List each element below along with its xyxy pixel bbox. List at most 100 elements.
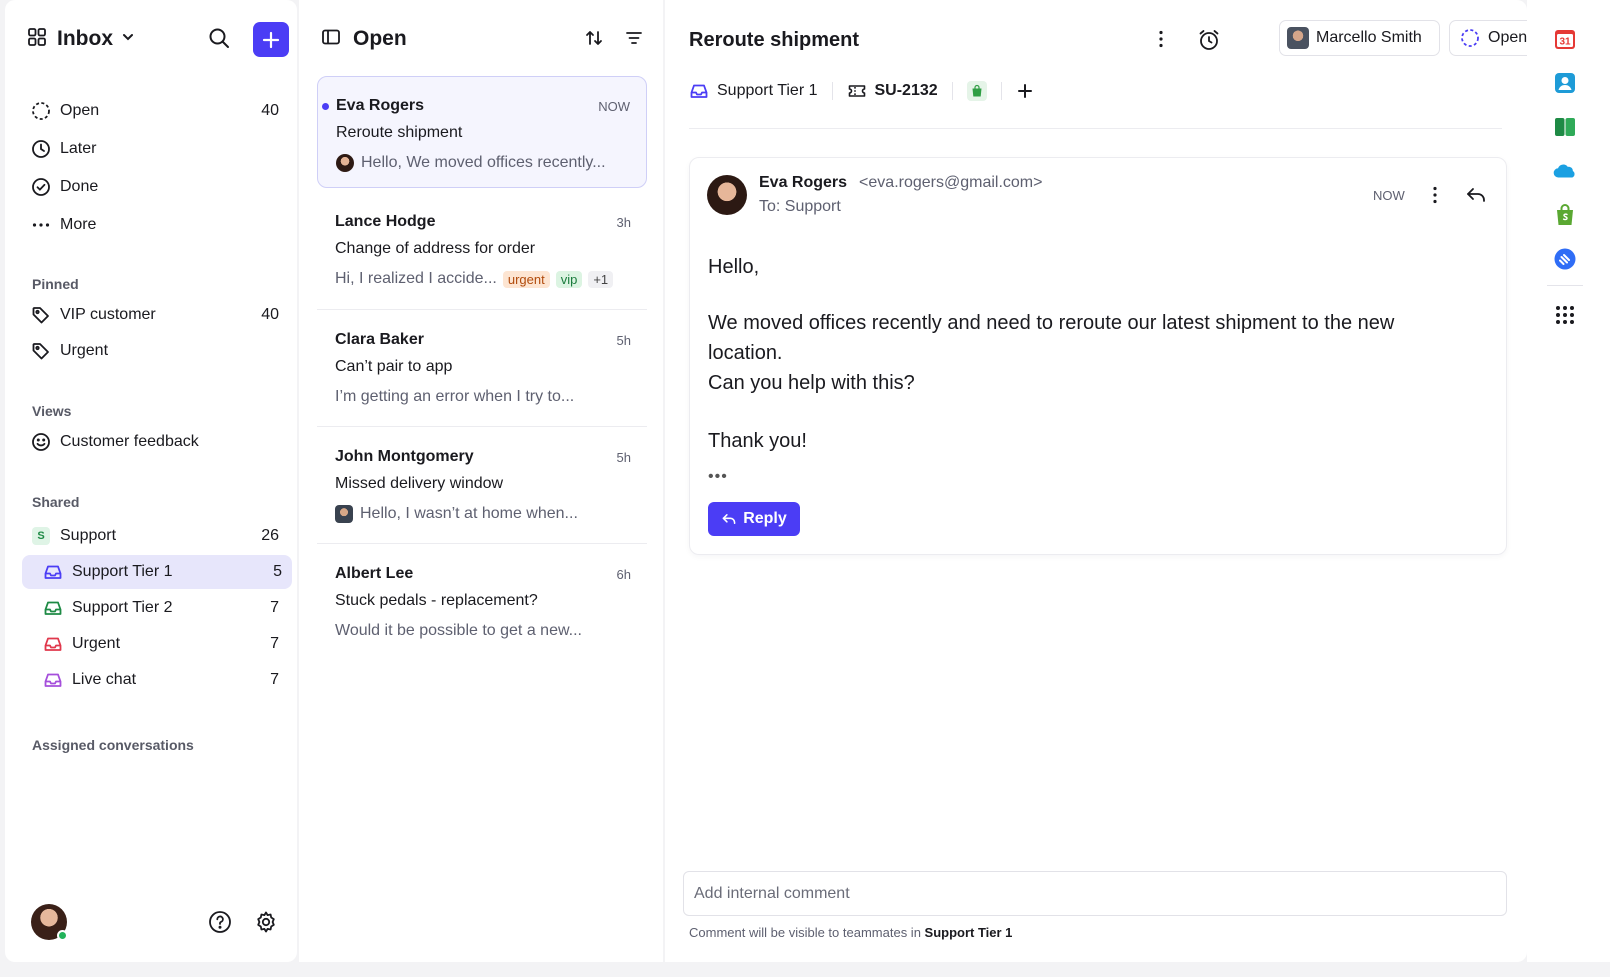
conversation-subject: Missed delivery window [335, 475, 504, 492]
sender-name[interactable]: Eva Rogers [759, 174, 847, 192]
comment-hint: Comment will be visible to teammates in … [689, 925, 1012, 940]
conversation-preview: Hi, I realized I accide... [335, 270, 497, 287]
conversation-title: Reroute shipment [689, 29, 860, 51]
salesforce-app-icon[interactable] [1553, 159, 1577, 183]
conversation-item-eva-rogers[interactable]: Eva Rogers NOW Reroute shipment Hello, We… [317, 76, 647, 188]
meta-divider [951, 82, 953, 100]
tag-urgent[interactable]: urgent [502, 270, 550, 288]
list-title: Open [353, 27, 407, 50]
sidebar-item-label: Support Tier 2 [72, 599, 173, 616]
apps-rail: 31 [1527, 0, 1610, 962]
sidebar-item-support[interactable]: S Support 26 [27, 519, 289, 553]
contacts-app-icon[interactable] [1553, 71, 1577, 95]
conversation-item-albert-lee[interactable]: Albert Lee 6h Stuck pedals - replacement?… [317, 545, 647, 657]
support-badge-icon: S [31, 526, 51, 546]
message-paragraph: We moved offices recently and need to re… [708, 312, 1395, 364]
chevron-down-icon[interactable] [121, 30, 135, 48]
sidebar-item-label: Customer feedback [60, 433, 199, 450]
message-closing: Thank you! [708, 430, 807, 452]
comment-hint-team: Support Tier 1 [924, 925, 1013, 940]
status-open-icon [31, 101, 51, 121]
conversation-item-clara-baker[interactable]: Clara Baker 5h Can’t pair to app I’m gett… [317, 311, 647, 423]
list-divider [317, 543, 647, 544]
list-divider [317, 426, 647, 427]
conversation-list: Open Eva Rogers NOW Reroute shipment Hell… [299, 0, 663, 962]
expand-quoted-button[interactable]: ••• [708, 468, 728, 486]
sidebar-item-label: Later [60, 140, 97, 157]
shopify-chip[interactable] [966, 81, 987, 101]
clock-icon [31, 139, 51, 159]
sidebar-item-more[interactable]: More [27, 208, 289, 242]
conversation-item-lance-hodge[interactable]: Lance Hodge 3h Change of address for orde… [317, 193, 647, 305]
message-more-icon[interactable] [1425, 185, 1445, 209]
conversation-item-john-montgomery[interactable]: John Montgomery 5h Missed delivery window… [317, 428, 647, 540]
inbox-tray-icon [43, 562, 63, 582]
sidebar-item-customer-feedback[interactable]: Customer feedback [27, 425, 289, 459]
conversation-preview: Would it be possible to get a new... [335, 622, 582, 639]
conversation-preview: Hello, I wasn’t at home when... [360, 505, 578, 522]
inbox-title[interactable]: Inbox [57, 27, 113, 51]
message-recipient: To: Support [759, 198, 841, 215]
sidebar-item-count: 40 [261, 306, 279, 323]
smile-icon [31, 432, 51, 452]
ticket-chip[interactable]: SU-2132 [847, 81, 938, 101]
add-icon[interactable] [1016, 82, 1034, 100]
internal-comment-input[interactable] [683, 871, 1507, 916]
sidebar-item-count: 7 [270, 635, 279, 652]
sidebar-item-later[interactable]: Later [27, 132, 289, 166]
calendar-app-icon[interactable]: 31 [1553, 27, 1577, 51]
conversation-subject: Stuck pedals - replacement? [335, 592, 538, 609]
conversation-preview: Hello, We moved offices recently... [361, 154, 606, 171]
sidebar-item-support-tier-2[interactable]: Support Tier 2 7 [39, 591, 289, 625]
reply-button[interactable]: Reply [708, 502, 800, 536]
sheets-app-icon[interactable] [1553, 115, 1577, 139]
sender-avatar[interactable] [707, 175, 747, 215]
sidebar-item-open[interactable]: Open 40 [27, 94, 289, 128]
search-icon[interactable] [207, 26, 231, 54]
inbox-chip-label: Support Tier 1 [717, 82, 818, 99]
sidebar-item-vip-customer[interactable]: VIP customer 40 [27, 298, 289, 332]
message-time: NOW [1373, 188, 1405, 203]
compose-button[interactable] [253, 22, 289, 57]
conversation-time: NOW [598, 98, 630, 114]
plus-icon [262, 31, 280, 48]
message-body: Hello, We moved offices recently and nee… [708, 252, 1468, 456]
sidebar-item-live-chat[interactable]: Live chat 7 [39, 663, 289, 697]
rail-divider [1547, 285, 1583, 286]
section-label-assigned[interactable]: Assigned conversations [32, 737, 194, 753]
conversation-view: Reroute shipment Marcello Smith Open Sup… [665, 0, 1539, 962]
grid-icon[interactable] [27, 27, 47, 51]
sidebar-item-urgent-tag[interactable]: Urgent [27, 334, 289, 368]
sidebar-item-label: Urgent [72, 635, 121, 652]
inbox-chip[interactable]: Support Tier 1 [689, 81, 818, 101]
sidebar-item-done[interactable]: Done [27, 170, 289, 204]
sidebar-item-label: Done [60, 178, 99, 195]
apps-grid-icon[interactable] [1553, 303, 1577, 327]
more-vertical-icon[interactable] [1151, 29, 1171, 53]
conversation-time: 6h [616, 566, 631, 582]
assignee-button[interactable]: Marcello Smith [1279, 20, 1440, 56]
conversation-sender: Lance Hodge [335, 213, 436, 230]
snooze-alarm-icon[interactable] [1197, 28, 1221, 56]
help-icon[interactable] [208, 910, 232, 938]
filter-icon[interactable] [624, 28, 644, 52]
reply-icon[interactable] [1465, 185, 1487, 209]
tag-more-count[interactable]: +1 [588, 270, 614, 288]
conversation-header: Reroute shipment Marcello Smith Open [689, 20, 1539, 58]
linear-app-icon[interactable] [1553, 247, 1577, 271]
status-button[interactable]: Open [1449, 20, 1539, 56]
more-horizontal-icon [31, 215, 51, 235]
sidebar-toggle-icon[interactable] [321, 27, 341, 51]
tag-vip[interactable]: vip [555, 270, 583, 288]
shopify-app-icon[interactable] [1553, 203, 1577, 227]
section-label-shared: Shared [32, 494, 80, 510]
header-divider [689, 128, 1502, 129]
comment-hint-text: Comment will be visible to teammates in [689, 925, 925, 940]
gear-icon[interactable] [254, 910, 278, 938]
sidebar-item-support-tier-1[interactable]: Support Tier 1 5 [22, 555, 292, 589]
conversation-subject: Can’t pair to app [335, 358, 453, 375]
conversation-meta: Support Tier 1 SU-2132 [689, 78, 1034, 104]
sort-icon[interactable] [584, 28, 604, 52]
sender-email: <eva.rogers@gmail.com> [859, 174, 1043, 191]
sidebar-item-urgent-inbox[interactable]: Urgent 7 [39, 627, 289, 661]
